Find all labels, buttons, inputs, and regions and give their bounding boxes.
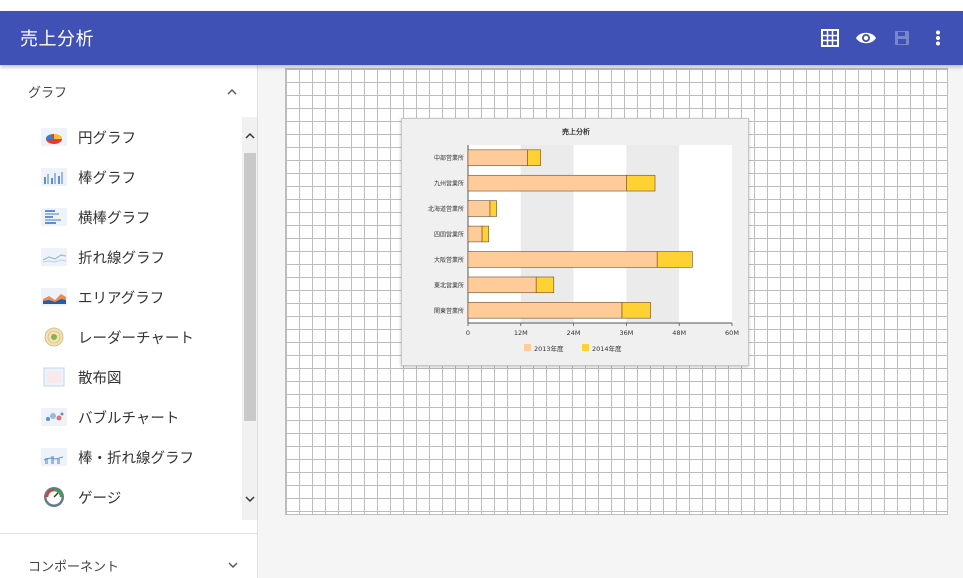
x-tick-label: 24M [567, 329, 581, 337]
plot-band [679, 145, 732, 323]
pie-chart-icon [40, 127, 68, 147]
bar-chart: 売上分析中部営業所九州営業所北海道営業所四国営業所大阪営業所東北営業所関東営業所… [428, 127, 739, 353]
radar-chart-icon [40, 327, 68, 347]
list-item-bubble[interactable]: バブルチャート [0, 397, 240, 437]
x-tick-label: 12M [514, 329, 528, 337]
y-tick-label: 四国営業所 [434, 231, 464, 239]
list-item-scatter[interactable]: 散布図 [0, 357, 240, 397]
bar-chart-icon [40, 167, 68, 187]
scatter-plot-icon [40, 367, 68, 387]
section-component-label: コンポーネント [28, 559, 120, 575]
bar-2014年度 [626, 174, 656, 192]
bar-2014年度 [621, 302, 651, 319]
y-tick-label: 九州営業所 [434, 180, 464, 188]
save-icon[interactable] [891, 27, 913, 49]
list-item-area[interactable]: エリアグラフ [0, 277, 240, 317]
bar-2013年度 [467, 200, 491, 217]
item-label: エリアグラフ [78, 290, 165, 307]
chevron-down-icon [228, 562, 238, 568]
section-graph-header[interactable]: グラフ [0, 65, 257, 117]
app-bar: 売上分析 [0, 11, 963, 65]
chart-title: 売上分析 [562, 127, 590, 136]
horizontal-bar-chart-icon [40, 207, 68, 227]
section-divider [0, 533, 257, 534]
item-label: レーダーチャート [78, 330, 194, 347]
x-tick-label: 36M [619, 329, 633, 337]
y-tick-label: 北海道営業所 [428, 205, 464, 213]
item-label: 棒グラフ [78, 170, 136, 187]
plot-band [626, 145, 680, 323]
gauge-icon [40, 487, 68, 507]
list-item-bar[interactable]: 棒グラフ [0, 157, 240, 197]
bar-2013年度 [467, 251, 658, 268]
item-label: 棒・折れ線グラフ [78, 450, 194, 467]
chart-type-list: 円グラフ 棒グラフ 横棒グラフ 折れ線グラフ エリアグラフ レーダーチャート 散… [0, 117, 257, 520]
bar-2013年度 [467, 225, 483, 243]
chevron-up-icon [227, 88, 237, 94]
grid-icon[interactable] [819, 27, 841, 49]
legend-label: 2013年度 [534, 344, 564, 353]
list-item-bar-line[interactable]: 棒・折れ線グラフ [0, 437, 240, 477]
bar-2014年度 [535, 276, 555, 294]
x-tick-label: 60M [725, 329, 739, 337]
list-item-radar[interactable]: レーダーチャート [0, 317, 240, 357]
plot-band [520, 145, 574, 323]
bar-2014年度 [656, 251, 693, 268]
bar-2013年度 [467, 149, 528, 166]
bar-2013年度 [467, 302, 623, 319]
bar-2014年度 [489, 200, 497, 217]
section-graph-label: グラフ [28, 85, 68, 101]
legend-swatch [524, 344, 531, 351]
chart-widget[interactable]: 売上分析中部営業所九州営業所北海道営業所 四国営業所大阪営業所東北営業所関東営業所… [401, 118, 749, 366]
item-label: 折れ線グラフ [78, 250, 165, 267]
sidebar-scrollbar[interactable] [242, 117, 257, 520]
y-tick-label: 東北営業所 [434, 281, 464, 289]
item-label: バブルチャート [78, 410, 180, 427]
y-tick-label: 大阪営業所 [434, 256, 464, 264]
item-label: 円グラフ [78, 130, 136, 147]
list-item-line[interactable]: 折れ線グラフ [0, 237, 240, 277]
list-item-pie[interactable]: 円グラフ [0, 117, 240, 157]
list-item-gauge[interactable]: ゲージ [0, 477, 240, 517]
scrollbar-thumb[interactable] [244, 153, 256, 421]
bar-2014年度 [527, 149, 541, 166]
section-component-header[interactable]: コンポーネント [0, 545, 257, 578]
legend-swatch [582, 344, 589, 351]
more-vert-icon[interactable] [927, 27, 949, 49]
top-strip [0, 0, 963, 11]
eye-icon[interactable] [855, 27, 877, 49]
bar-2013年度 [467, 174, 627, 192]
bar-line-chart-icon [40, 447, 68, 467]
x-tick-label: 48M [672, 329, 686, 337]
x-tick-label: 0 [466, 329, 470, 337]
sidebar: グラフ 円グラフ 棒グラフ 横棒グラフ 折れ線グラフ エリアグラフ レーダーチャ… [0, 65, 258, 578]
line-chart-icon [40, 247, 68, 267]
y-tick-label: 中部営業所 [434, 154, 464, 162]
item-label: ゲージ [78, 490, 122, 507]
list-item-horizontal-bar[interactable]: 横棒グラフ [0, 197, 240, 237]
item-label: 横棒グラフ [78, 210, 151, 227]
item-label: 散布図 [78, 370, 122, 387]
bar-2014年度 [481, 225, 489, 243]
plot-band [573, 145, 627, 323]
chevron-up-icon[interactable] [242, 123, 257, 147]
app-title: 売上分析 [20, 29, 94, 50]
bubble-chart-icon [40, 407, 68, 427]
area-chart-icon [40, 287, 68, 307]
y-tick-label: 関東営業所 [434, 307, 464, 315]
legend-label: 2014年度 [592, 344, 622, 353]
bar-2013年度 [467, 276, 537, 294]
chevron-down-icon[interactable] [242, 487, 257, 511]
